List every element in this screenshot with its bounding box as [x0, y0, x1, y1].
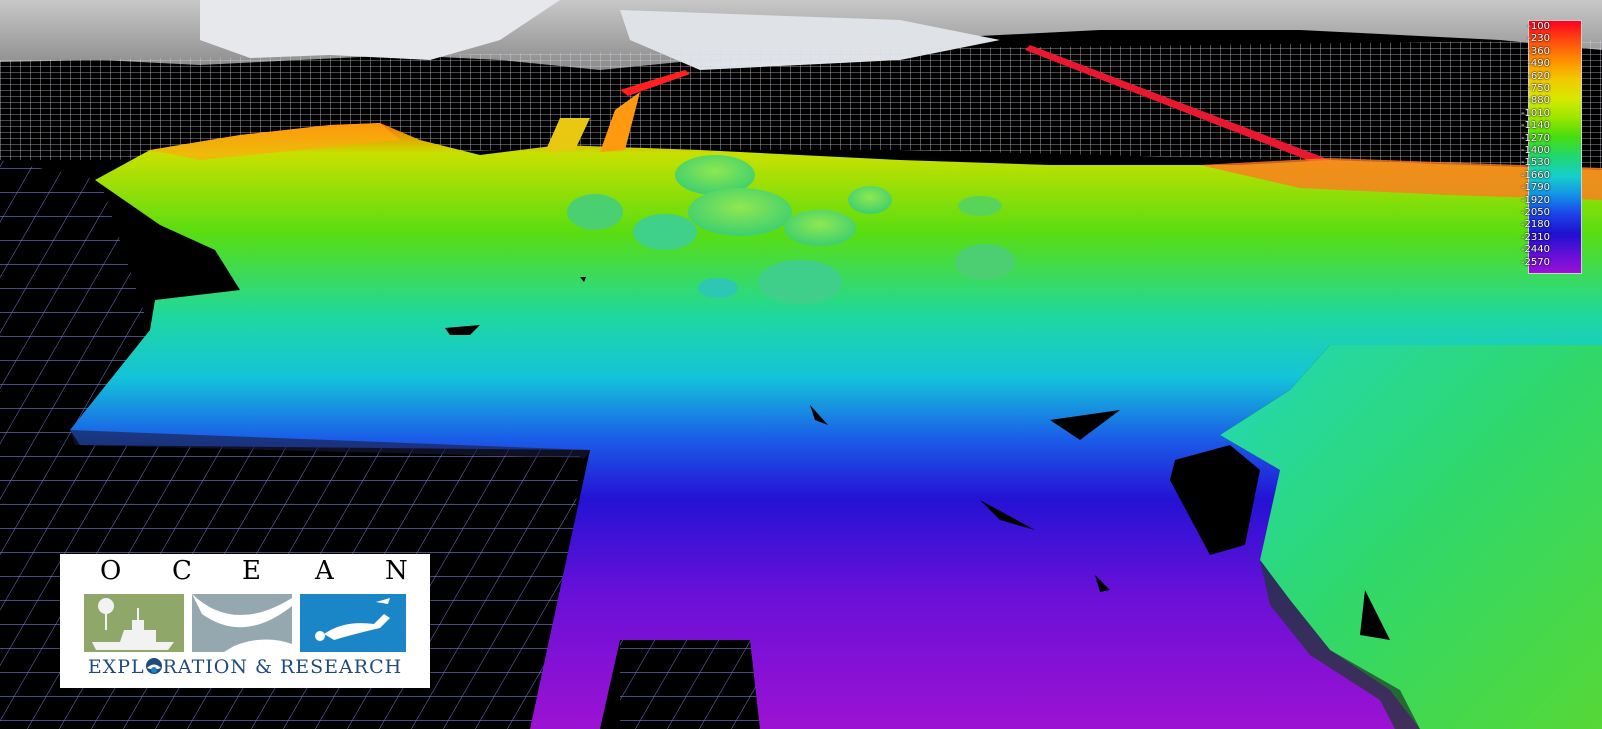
depth-legend-tick: -2570	[1520, 256, 1550, 268]
depth-legend-tick: -1920	[1520, 194, 1550, 206]
logo-panels	[84, 594, 406, 652]
depth-legend-tick: -1660	[1520, 169, 1550, 181]
depth-legend-tick: -1790	[1520, 182, 1550, 194]
depth-legend-tick: -750	[1527, 83, 1550, 94]
logo-letter: E	[242, 556, 261, 586]
depth-legend-tick: -2180	[1520, 219, 1550, 231]
depth-legend-tick: -230	[1527, 33, 1550, 45]
depth-legend-tick: -360	[1527, 45, 1550, 57]
depth-legend-tick: -1530	[1520, 157, 1550, 169]
logo-letter: O	[100, 556, 122, 586]
depth-legend-tick: -2440	[1520, 244, 1550, 256]
depth-legend-tick: -1400	[1520, 145, 1550, 156]
logo-subtitle-part1: EXPL	[87, 656, 145, 678]
depth-legend-tick: -1010	[1520, 107, 1550, 119]
depth-legend-tick: -490	[1527, 58, 1550, 70]
depth-legend-tick: -1270	[1520, 132, 1550, 144]
depth-legend-tick: -2050	[1520, 207, 1550, 218]
logo-letter: A	[315, 556, 334, 586]
logo-subtitle: EXPL RATION & RESEARCH	[60, 656, 430, 678]
depth-legend-tick: -620	[1527, 70, 1550, 82]
diver-icon	[300, 594, 406, 652]
depth-legend-tick: -2310	[1520, 231, 1550, 243]
wave-crest-icon	[192, 594, 292, 652]
ocean-exploration-logo: O C E A N EXPL RATION & RESEARCH	[60, 554, 430, 688]
depth-legend-tick: -100	[1527, 21, 1550, 32]
logo-letter: C	[172, 556, 192, 586]
ship-and-balloon-icon	[84, 594, 184, 652]
depth-legend: -100 -230 -360 -490 -620 -750 -880 -1010 -1140 -1…	[1480, 18, 1590, 278]
depth-legend-tick: -1140	[1520, 120, 1550, 132]
logo-subtitle-part2: RATION & RESEARCH	[162, 656, 403, 678]
logo-letter: N	[385, 556, 408, 586]
noaa-emblem-icon	[145, 658, 162, 674]
depth-legend-tick: -880	[1527, 95, 1550, 107]
